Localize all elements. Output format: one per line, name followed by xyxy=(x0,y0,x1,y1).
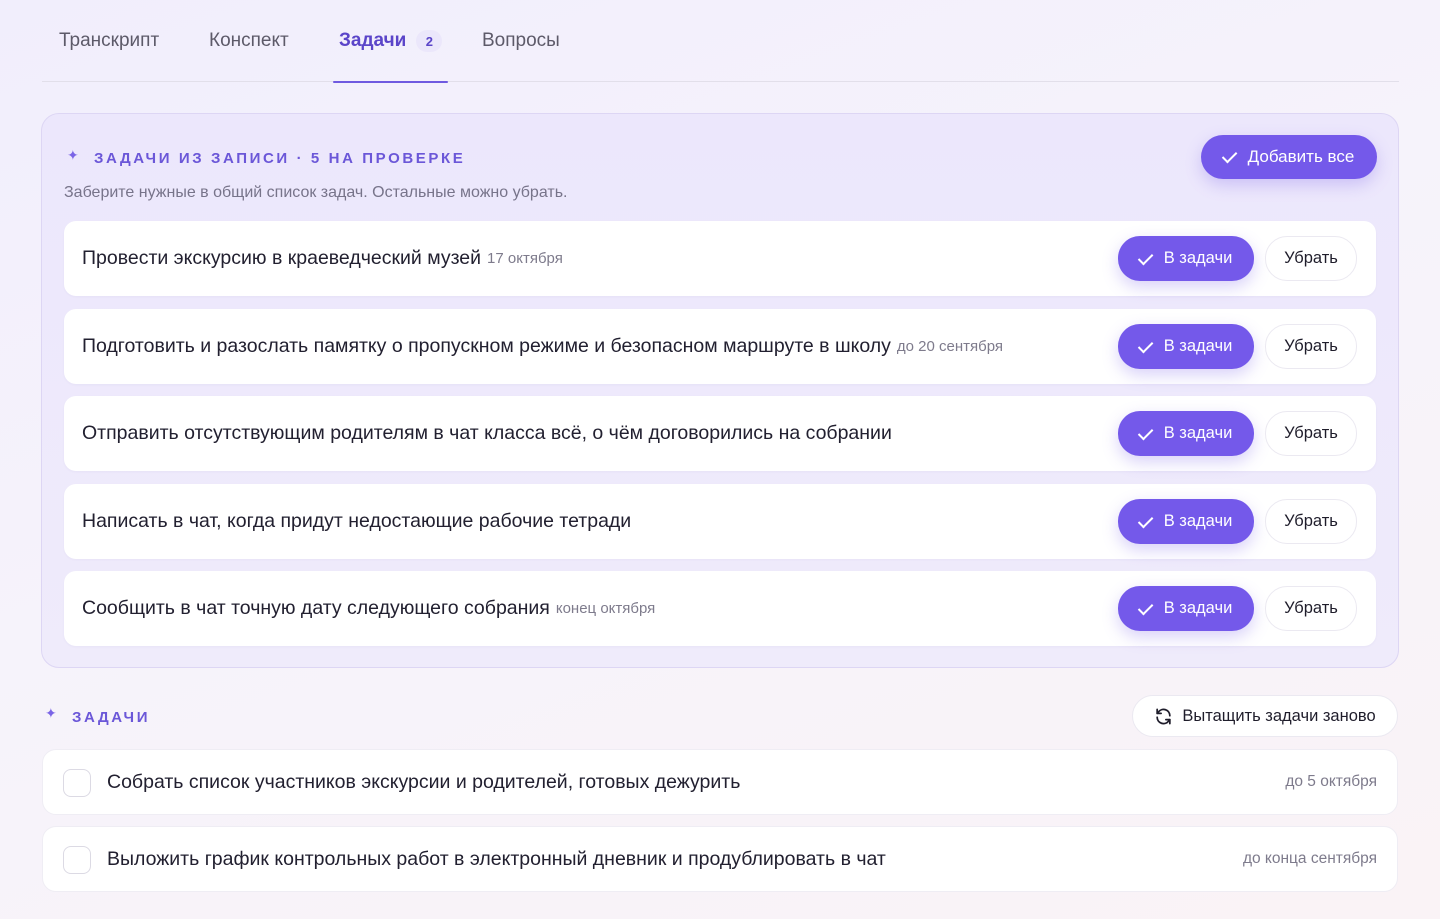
to-tasks-label: В задачи xyxy=(1163,424,1233,442)
task-checkbox[interactable] xyxy=(63,769,91,797)
review-task-text: Подготовить и разослать памятку о пропус… xyxy=(82,335,891,357)
review-task-card: Отправить отсутствующим родителям в чат … xyxy=(64,396,1376,471)
check-icon xyxy=(1137,249,1154,265)
review-task-date: 17 октября xyxy=(487,250,563,267)
remove-button[interactable]: Убрать xyxy=(1265,499,1357,544)
to-tasks-label: В задачи xyxy=(1163,512,1233,530)
tab-label: Вопросы xyxy=(482,30,560,51)
remove-button[interactable]: Убрать xyxy=(1265,236,1357,281)
tab-label: Транскрипт xyxy=(59,30,160,51)
refresh-label: Вытащить задачи заново xyxy=(1182,706,1376,725)
to-tasks-label: В задачи xyxy=(1163,599,1233,617)
review-task-card: Сообщить в чат точную дату следующего со… xyxy=(64,571,1376,646)
to-tasks-button[interactable]: В задачи xyxy=(1118,586,1254,631)
review-task-text: Отправить отсутствующим родителям в чат … xyxy=(82,422,892,444)
task-text: Выложить график контрольных работ в элек… xyxy=(107,847,886,870)
review-task-text: Сообщить в чат точную дату следующего со… xyxy=(82,597,550,619)
to-tasks-button[interactable]: В задачи xyxy=(1118,324,1254,369)
review-task-date: до 20 сентября xyxy=(896,338,1004,355)
to-tasks-button[interactable]: В задачи xyxy=(1118,499,1254,544)
tab-questions[interactable]: Вопросы xyxy=(482,0,560,82)
refresh-tasks-button[interactable]: Вытащить задачи заново xyxy=(1132,695,1398,737)
tab-bar: Транскрипт Конспект Задачи 2 Вопросы xyxy=(42,0,1399,83)
tab-transcript[interactable]: Транскрипт xyxy=(59,0,159,82)
remove-button[interactable]: Убрать xyxy=(1265,324,1357,369)
to-tasks-label: В задачи xyxy=(1163,249,1233,267)
task-row: Выложить график контрольных работ в элек… xyxy=(42,826,1398,892)
refresh-icon xyxy=(1156,708,1172,724)
task-date: до 5 октября xyxy=(1285,773,1377,790)
review-task-card: Подготовить и разослать памятку о пропус… xyxy=(64,309,1376,384)
review-task-text: Провести экскурсию в краеведческий музей xyxy=(82,247,482,269)
tab-tasks[interactable]: Задачи 2 xyxy=(332,0,449,83)
add-all-label: Добавить все xyxy=(1247,147,1355,166)
tasks-count-badge: 2 xyxy=(416,30,443,52)
add-all-button[interactable]: Добавить все xyxy=(1201,135,1377,179)
review-task-card: Провести экскурсию в краеведческий музей… xyxy=(64,221,1376,296)
to-tasks-button[interactable]: В задачи xyxy=(1118,411,1254,456)
review-task-date: конец октября xyxy=(555,600,656,617)
check-icon xyxy=(1137,599,1154,615)
tasks-section-title: ЗАДАЧИ xyxy=(72,709,151,726)
task-text: Собрать список участников экскурсии и ро… xyxy=(107,770,741,793)
remove-button[interactable]: Убрать xyxy=(1265,411,1357,456)
review-subtitle: Заберите нужные в общий список задач. Ос… xyxy=(64,184,568,201)
tab-label: Конспект xyxy=(209,30,289,51)
task-row: Собрать список участников экскурсии и ро… xyxy=(42,749,1398,815)
check-icon xyxy=(1137,424,1154,440)
remove-button[interactable]: Убрать xyxy=(1265,586,1357,631)
check-icon xyxy=(1137,337,1154,353)
sparkle-icon: ✦ xyxy=(67,147,79,163)
task-date: до конца сентября xyxy=(1242,850,1377,867)
review-task-card: Написать в чат, когда придут недостающие… xyxy=(64,484,1376,559)
review-title: ЗАДАЧИ ИЗ ЗАПИСИ · 5 НА ПРОВЕРКЕ xyxy=(94,150,466,167)
check-icon xyxy=(1137,512,1154,528)
check-icon xyxy=(1221,147,1238,164)
review-task-text: Написать в чат, когда придут недостающие… xyxy=(82,510,632,532)
to-tasks-label: В задачи xyxy=(1163,337,1233,355)
review-panel: ✦ ЗАДАЧИ ИЗ ЗАПИСИ · 5 НА ПРОВЕРКЕ Забер… xyxy=(41,113,1399,668)
task-checkbox[interactable] xyxy=(63,846,91,874)
to-tasks-button[interactable]: В задачи xyxy=(1118,236,1254,281)
tab-summary[interactable]: Конспект xyxy=(209,0,289,82)
sparkle-icon: ✦ xyxy=(45,705,57,721)
tab-label: Задачи xyxy=(339,30,407,51)
